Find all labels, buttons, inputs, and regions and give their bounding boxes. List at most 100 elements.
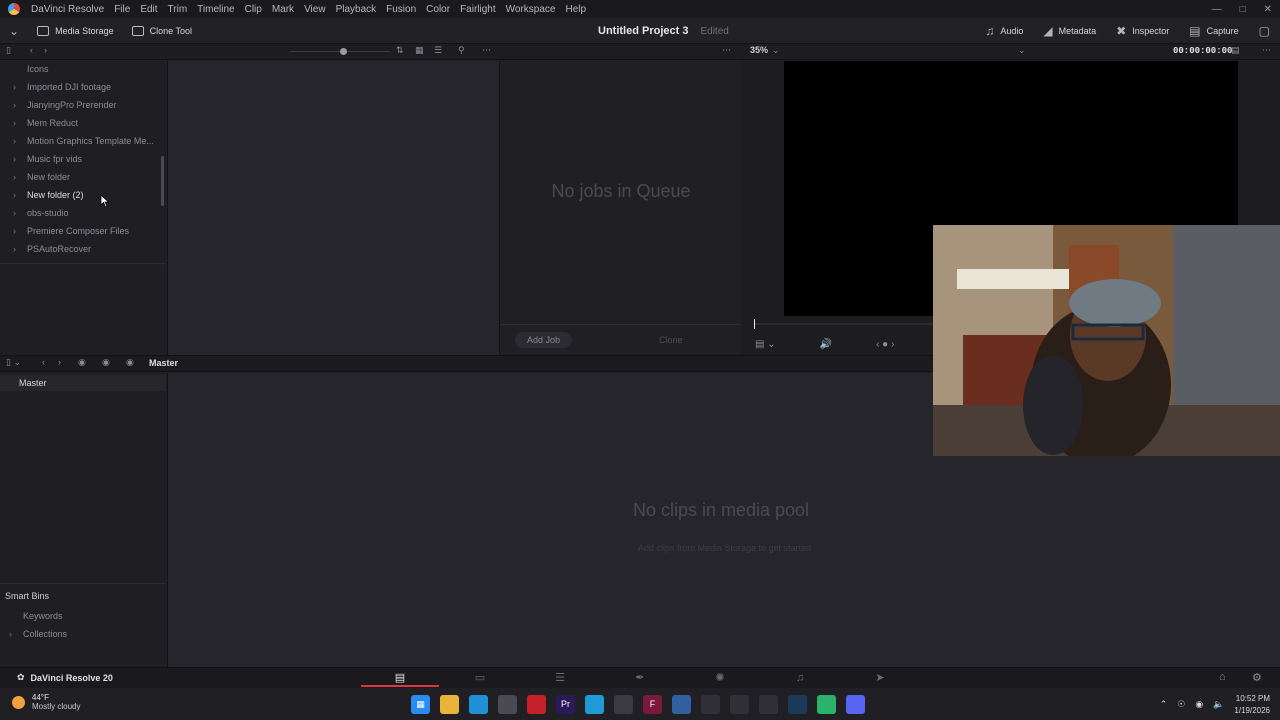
- obs-icon[interactable]: [701, 695, 720, 714]
- folder-item[interactable]: › Music fpr vids: [13, 151, 82, 167]
- zoom-chevron-icon[interactable]: ⌄: [772, 45, 780, 56]
- layout-dropdown-button[interactable]: ⌄: [0, 18, 28, 44]
- search-icon[interactable]: ⚲: [458, 45, 465, 56]
- folder-item[interactable]: › Mem Reduct: [13, 115, 78, 131]
- fullscreen-button[interactable]: ▢: [1249, 18, 1280, 44]
- premiere-pro-icon[interactable]: Pr: [556, 695, 575, 714]
- app-icon[interactable]: [585, 695, 604, 714]
- maximize-icon[interactable]: □: [1240, 4, 1246, 15]
- viewer-dropdown-chevron-icon[interactable]: ⌄: [1018, 45, 1026, 56]
- folder-item[interactable]: › PSAutoRecover: [13, 241, 91, 257]
- menu-mark[interactable]: Mark: [267, 4, 299, 15]
- sidebar-toggle-icon[interactable]: ▯: [6, 45, 11, 56]
- playhead[interactable]: [754, 319, 755, 329]
- windows-start-icon[interactable]: ▦: [411, 695, 430, 714]
- menu-trim[interactable]: Trim: [163, 4, 193, 15]
- inspector-button[interactable]: ✖ Inspector: [1106, 18, 1179, 44]
- menu-fusion[interactable]: Fusion: [381, 4, 421, 15]
- bin-back-icon[interactable]: ‹: [42, 357, 45, 367]
- settings-gear-icon[interactable]: ⚙: [1252, 671, 1262, 684]
- wifi-icon[interactable]: ◉: [1195, 699, 1203, 710]
- tab-fairlight[interactable]: ♫: [761, 670, 839, 687]
- queue-options-icon[interactable]: ⋯: [722, 45, 731, 56]
- system-clock[interactable]: 10:52 PM 1/19/2026: [1234, 693, 1270, 717]
- smart-bin-keywords[interactable]: Keywords: [23, 611, 63, 621]
- menu-clip[interactable]: Clip: [240, 4, 267, 15]
- weather-temperature: 44°F: [32, 693, 49, 702]
- more-options-icon[interactable]: ⋯: [482, 45, 491, 56]
- forward-arrow-icon[interactable]: ›: [44, 45, 47, 55]
- menu-timeline[interactable]: Timeline: [192, 4, 239, 15]
- tray-overflow-icon[interactable]: ⌃: [1160, 699, 1168, 710]
- viewer-scrub-bar[interactable]: [753, 323, 933, 325]
- store-icon[interactable]: [498, 695, 517, 714]
- folder-item[interactable]: › Imported DJI footage: [13, 79, 111, 95]
- metadata-button[interactable]: ◢ Metadata: [1033, 18, 1106, 44]
- davinci-taskbar-icon[interactable]: [614, 695, 633, 714]
- menu-view[interactable]: View: [299, 4, 331, 15]
- close-icon[interactable]: ✕: [1264, 4, 1272, 15]
- jog-control-icon[interactable]: ‹ ● ›: [876, 339, 894, 350]
- steam-icon[interactable]: [788, 695, 807, 714]
- mcafee-icon[interactable]: [527, 695, 546, 714]
- menu-file[interactable]: File: [109, 4, 135, 15]
- viewer-options-icon[interactable]: ⋯: [1262, 45, 1271, 56]
- capture-button[interactable]: ▤ Capture: [1179, 18, 1248, 44]
- folder-item[interactable]: › Premiere Composer Files: [13, 223, 129, 239]
- app-window-icon[interactable]: [672, 695, 691, 714]
- volume-icon[interactable]: 🔊: [820, 339, 832, 350]
- bin-tag-icon[interactable]: ◉: [102, 357, 110, 368]
- edge-browser-icon[interactable]: [469, 695, 488, 714]
- discord-icon[interactable]: [846, 695, 865, 714]
- clone-button[interactable]: Clone: [647, 332, 695, 348]
- menu-help[interactable]: Help: [560, 4, 591, 15]
- menu-playback[interactable]: Playback: [331, 4, 382, 15]
- tab-deliver[interactable]: ➤: [841, 670, 919, 687]
- folder-item[interactable]: › obs-studio: [13, 205, 69, 221]
- viewer-layout-icon[interactable]: ▤: [1231, 45, 1240, 56]
- sort-icon[interactable]: ⇅: [396, 45, 404, 56]
- media-storage-button[interactable]: Media Storage: [28, 18, 123, 44]
- tab-color[interactable]: ✺: [681, 670, 759, 687]
- home-icon[interactable]: ⌂: [1219, 671, 1226, 683]
- bin-sync-icon[interactable]: ◉: [126, 357, 134, 368]
- font-app-icon[interactable]: F: [643, 695, 662, 714]
- tab-media[interactable]: ▤: [361, 670, 439, 687]
- viewer-format-icon[interactable]: ▤ ⌄: [755, 339, 776, 350]
- folder-item[interactable]: › Motion Graphics Template Me...: [13, 133, 154, 149]
- grid-view-icon[interactable]: ▦: [415, 45, 424, 56]
- back-arrow-icon[interactable]: ‹: [30, 45, 33, 55]
- menu-fairlight[interactable]: Fairlight: [455, 4, 501, 15]
- menu-edit[interactable]: Edit: [135, 4, 162, 15]
- tab-fusion[interactable]: ✒: [601, 670, 679, 687]
- microphone-icon[interactable]: ☉: [1177, 699, 1185, 710]
- bin-list-toggle-icon[interactable]: ▯ ⌄: [6, 357, 21, 368]
- menu-workspace[interactable]: Workspace: [501, 4, 561, 15]
- file-explorer-icon[interactable]: [440, 695, 459, 714]
- viewer-zoom-dropdown[interactable]: 35%: [750, 45, 768, 55]
- chat-app-icon[interactable]: [817, 695, 836, 714]
- calculator-icon[interactable]: [730, 695, 749, 714]
- smart-bin-collections[interactable]: Collections: [23, 629, 67, 639]
- folder-item[interactable]: › New folder: [13, 169, 70, 185]
- tab-edit[interactable]: ☰: [521, 670, 599, 687]
- bin-forward-icon[interactable]: ›: [58, 357, 61, 367]
- list-view-icon[interactable]: ☰: [434, 45, 442, 56]
- folder-tree-scrollbar[interactable]: [161, 156, 164, 206]
- thumbnail-size-slider-knob[interactable]: [340, 48, 347, 55]
- minimize-icon[interactable]: —: [1212, 4, 1222, 15]
- menu-color[interactable]: Color: [421, 4, 455, 15]
- speaker-icon[interactable]: 🔈: [1213, 699, 1224, 710]
- weather-widget[interactable]: 44°F Mostly cloudy: [12, 693, 80, 711]
- github-icon[interactable]: [759, 695, 778, 714]
- bin-action-icon[interactable]: ◉: [78, 357, 86, 368]
- bin-item-master[interactable]: Master: [0, 375, 166, 391]
- clone-tool-button[interactable]: Clone Tool: [123, 18, 201, 44]
- folder-item[interactable]: Icons: [13, 61, 49, 77]
- add-job-button[interactable]: Add Job: [515, 332, 573, 348]
- folder-item[interactable]: › JianyingPro Prerender: [13, 97, 117, 113]
- audio-button[interactable]: ♫ Audio: [975, 18, 1033, 44]
- tab-cut[interactable]: ▭: [441, 670, 519, 687]
- chevron-right-icon[interactable]: ›: [9, 629, 12, 639]
- folder-item-hovered[interactable]: › New folder (2): [13, 187, 84, 203]
